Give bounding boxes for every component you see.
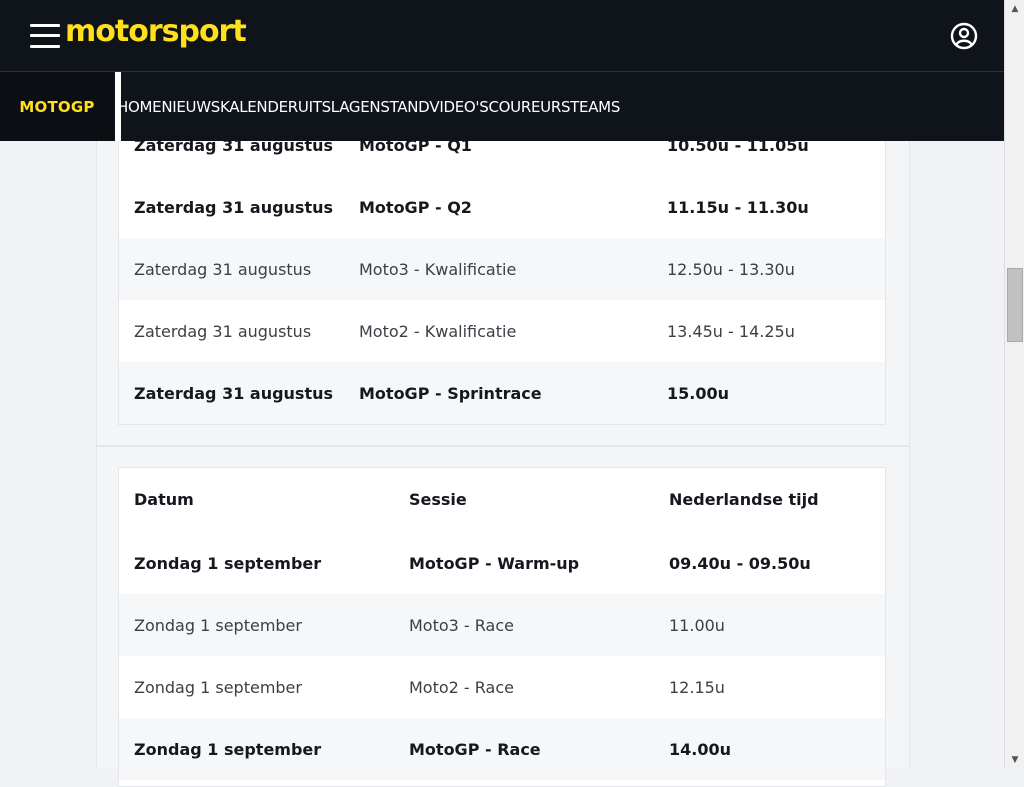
scrollbar-thumb[interactable] xyxy=(1007,268,1023,342)
cell-sessie: Moto3 - Race xyxy=(409,615,514,635)
cell-datum: Zondag 1 september xyxy=(134,553,322,573)
scroll-up-arrow-icon[interactable]: ▲ xyxy=(1005,0,1024,17)
cell-sessie: MotoGP - Race xyxy=(409,739,541,759)
cell-sessie: Moto2 - Race xyxy=(409,677,514,697)
cell-tijd: 12.50u - 13.30u xyxy=(667,259,795,279)
scroll-down-arrow-icon[interactable]: ▼ xyxy=(1005,751,1024,768)
hamburger-menu-icon[interactable] xyxy=(30,24,60,48)
cell-datum: Zaterdag 31 augustus xyxy=(134,321,312,341)
nav-links: HOME NIEUWS KALENDER UITSLAGEN STAND VID… xyxy=(117,72,620,141)
section-label-motogp[interactable]: MOTOGP xyxy=(0,72,114,141)
motorsport-logo[interactable]: motorsport xyxy=(65,14,247,49)
cell-tijd: 11.00u xyxy=(669,615,725,635)
cell-sessie: MotoGP - Sprintrace xyxy=(359,383,542,403)
section-nav: MOTOGP HOME NIEUWS KALENDER UITSLAGEN ST… xyxy=(0,72,1004,141)
saturday-schedule-table: Zaterdag 31 augustus MotoGP - Q1 10.50u … xyxy=(118,113,886,425)
nav-link-videos[interactable]: VIDEO'S xyxy=(429,98,488,116)
table-row: Zondag 1 september MotoGP - Warm-up 09.4… xyxy=(119,532,885,594)
top-header: motorsport xyxy=(0,0,1004,72)
table-row: Zondag 1 september MotoGP - Race 14.00u xyxy=(119,718,885,780)
header-sessie: Sessie xyxy=(409,489,467,509)
cell-sessie: MotoGP - Q2 xyxy=(359,197,472,217)
cell-tijd: 13.45u - 14.25u xyxy=(667,321,795,341)
cell-datum: Zondag 1 september xyxy=(134,677,302,697)
cell-datum: Zondag 1 september xyxy=(134,739,322,759)
table-row: Zaterdag 31 augustus MotoGP - Q2 11.15u … xyxy=(119,176,885,238)
cell-tijd: 11.15u - 11.30u xyxy=(667,197,809,217)
cell-sessie: Moto2 - Kwalificatie xyxy=(359,321,517,341)
cell-tijd: 15.00u xyxy=(667,383,729,403)
table-row: Zaterdag 31 augustus Moto2 - Kwalificati… xyxy=(119,300,885,362)
header-datum: Datum xyxy=(134,489,194,509)
cell-tijd: 14.00u xyxy=(669,739,731,759)
cell-sessie: Moto3 - Kwalificatie xyxy=(359,259,517,279)
table-row: Zaterdag 31 augustus Moto3 - Kwalificati… xyxy=(119,238,885,300)
cell-sessie: MotoGP - Warm-up xyxy=(409,553,580,573)
table-header-row: Datum Sessie Nederlandse tijd xyxy=(119,468,885,530)
nav-link-stand[interactable]: STAND xyxy=(380,98,429,116)
nav-link-home[interactable]: HOME xyxy=(117,98,162,116)
user-account-icon[interactable] xyxy=(950,22,978,50)
table-row: Zondag 1 september Moto2 - Race 12.15u xyxy=(119,656,885,718)
sunday-schedule-table: Datum Sessie Nederlandse tijd Zondag 1 s… xyxy=(118,467,886,787)
cell-datum: Zaterdag 31 augustus xyxy=(134,383,334,403)
nav-link-teams[interactable]: TEAMS xyxy=(570,98,620,116)
cell-datum: Zondag 1 september xyxy=(134,615,302,635)
nav-link-kalender[interactable]: KALENDER xyxy=(220,98,298,116)
table-row: Zondag 1 september Moto3 - Race 11.00u xyxy=(119,594,885,656)
header-tijd: Nederlandse tijd xyxy=(669,489,819,509)
cell-tijd: 12.15u xyxy=(669,677,725,697)
nav-link-nieuws[interactable]: NIEUWS xyxy=(161,98,220,116)
section-divider xyxy=(97,445,909,447)
vertical-scrollbar[interactable]: ▲ ▼ xyxy=(1004,0,1024,768)
nav-link-coureurs[interactable]: COUREURS xyxy=(488,98,570,116)
cell-datum: Zaterdag 31 augustus xyxy=(134,197,334,217)
nav-link-uitslagen[interactable]: UITSLAGEN xyxy=(298,98,381,116)
cell-datum: Zaterdag 31 augustus xyxy=(134,259,312,279)
cell-tijd: 09.40u - 09.50u xyxy=(669,553,811,573)
table-row: Zaterdag 31 augustus MotoGP - Sprintrace… xyxy=(119,362,885,424)
